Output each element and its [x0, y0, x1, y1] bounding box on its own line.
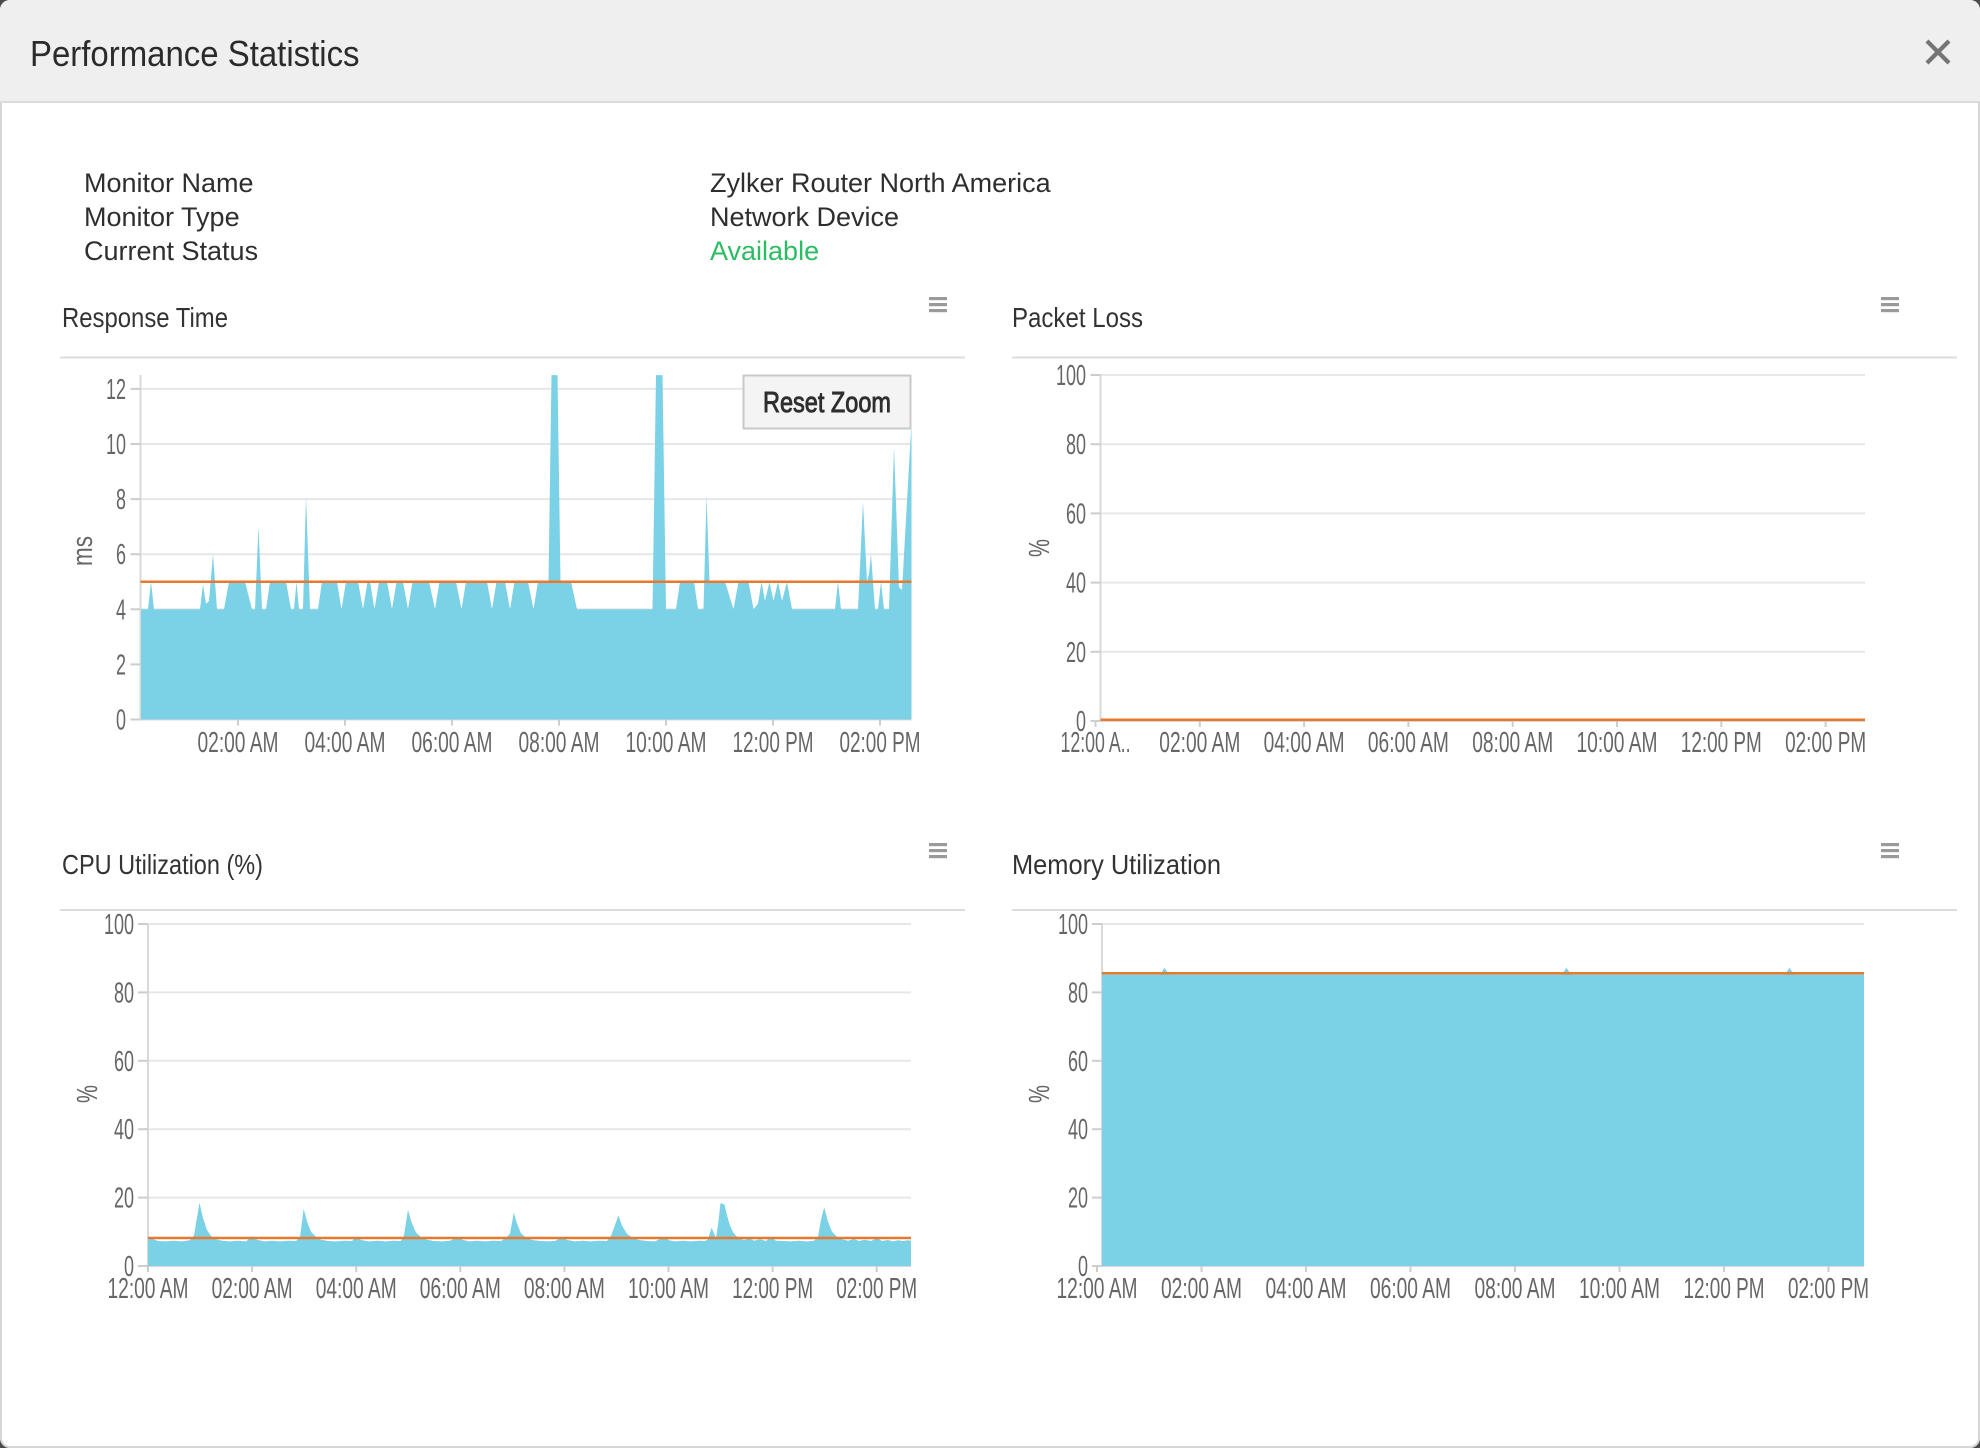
svg-text:12:00 PM: 12:00 PM: [732, 1273, 813, 1305]
svg-text:04:00 AM: 04:00 AM: [316, 1273, 397, 1305]
svg-text:02:00 AM: 02:00 AM: [198, 727, 279, 759]
svg-text:100: 100: [1058, 909, 1088, 941]
svg-text:08:00 AM: 08:00 AM: [519, 727, 600, 759]
svg-text:8: 8: [116, 484, 126, 516]
svg-text:Reset Zoom: Reset Zoom: [763, 387, 891, 419]
svg-text:08:00 AM: 08:00 AM: [524, 1273, 605, 1305]
svg-text:80: 80: [1068, 977, 1088, 1009]
svg-text:08:00 AM: 08:00 AM: [1472, 727, 1553, 759]
svg-text:%: %: [72, 1085, 104, 1103]
svg-text:%: %: [1024, 539, 1056, 557]
svg-text:%: %: [1024, 1085, 1056, 1103]
svg-text:06:00 AM: 06:00 AM: [1370, 1273, 1451, 1305]
svg-text:10: 10: [106, 429, 126, 461]
svg-text:10:00 AM: 10:00 AM: [1577, 727, 1658, 759]
svg-text:12:00 PM: 12:00 PM: [1684, 1273, 1765, 1305]
svg-text:12:00 A..: 12:00 A..: [1061, 727, 1131, 759]
svg-text:0: 0: [116, 705, 126, 737]
svg-text:80: 80: [114, 977, 134, 1009]
svg-text:2: 2: [116, 649, 126, 681]
svg-text:Response Time: Response Time: [62, 302, 228, 333]
svg-text:06:00 AM: 06:00 AM: [412, 727, 493, 759]
svg-text:04:00 AM: 04:00 AM: [1266, 1273, 1347, 1305]
svg-text:40: 40: [114, 1114, 134, 1146]
svg-text:12:00 AM: 12:00 AM: [1057, 1273, 1138, 1305]
svg-text:60: 60: [1066, 498, 1086, 530]
svg-text:ms: ms: [67, 536, 99, 566]
svg-text:10:00 AM: 10:00 AM: [628, 1273, 709, 1305]
svg-text:12:00 PM: 12:00 PM: [733, 727, 814, 759]
svg-text:80: 80: [1066, 429, 1086, 461]
svg-text:02:00 AM: 02:00 AM: [212, 1273, 293, 1305]
svg-text:60: 60: [114, 1046, 134, 1078]
svg-text:02:00 PM: 02:00 PM: [1785, 727, 1866, 759]
svg-text:02:00 PM: 02:00 PM: [840, 727, 921, 759]
svg-text:10:00 AM: 10:00 AM: [626, 727, 707, 759]
svg-text:100: 100: [104, 909, 134, 941]
svg-text:60: 60: [1068, 1046, 1088, 1078]
svg-text:02:00 PM: 02:00 PM: [836, 1273, 917, 1305]
svg-text:4: 4: [116, 594, 126, 626]
svg-text:20: 20: [1066, 637, 1086, 669]
svg-text:04:00 AM: 04:00 AM: [1264, 727, 1345, 759]
svg-text:Packet Loss: Packet Loss: [1012, 302, 1143, 333]
svg-text:100: 100: [1056, 360, 1086, 392]
svg-text:20: 20: [114, 1183, 134, 1215]
svg-text:02:00 AM: 02:00 AM: [1159, 727, 1240, 759]
svg-text:CPU Utilization (%): CPU Utilization (%): [62, 849, 263, 880]
svg-text:6: 6: [116, 539, 126, 571]
svg-text:12:00 PM: 12:00 PM: [1681, 727, 1762, 759]
svg-text:Memory Utilization: Memory Utilization: [1012, 849, 1221, 880]
svg-text:12: 12: [106, 374, 126, 406]
svg-text:40: 40: [1066, 568, 1086, 600]
svg-text:10:00 AM: 10:00 AM: [1579, 1273, 1660, 1305]
svg-text:12:00 AM: 12:00 AM: [108, 1273, 189, 1305]
svg-text:02:00 PM: 02:00 PM: [1788, 1273, 1869, 1305]
svg-text:04:00 AM: 04:00 AM: [305, 727, 386, 759]
svg-text:40: 40: [1068, 1114, 1088, 1146]
svg-text:08:00 AM: 08:00 AM: [1475, 1273, 1556, 1305]
svg-text:02:00 AM: 02:00 AM: [1161, 1273, 1242, 1305]
svg-text:06:00 AM: 06:00 AM: [1368, 727, 1449, 759]
svg-text:06:00 AM: 06:00 AM: [420, 1273, 501, 1305]
svg-text:20: 20: [1068, 1183, 1088, 1215]
